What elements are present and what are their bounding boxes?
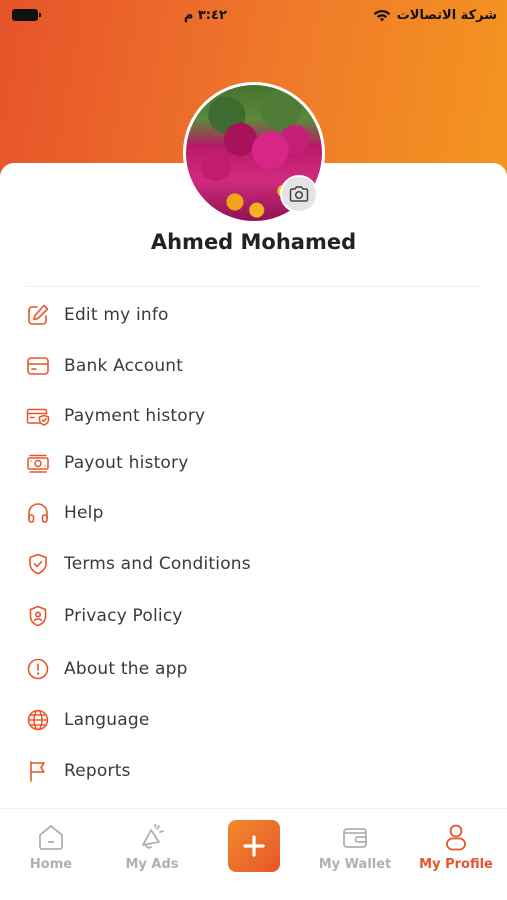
- status-bar: ٣:٤٢ م شركة الاتصالات: [0, 0, 507, 30]
- menu-item-label: Terms and Conditions: [64, 554, 251, 574]
- menu-item-language[interactable]: Language: [24, 700, 484, 740]
- menu-item-bank-account[interactable]: Bank Account: [24, 346, 484, 386]
- menu-item-help[interactable]: Help: [24, 493, 484, 533]
- globe-icon: [24, 706, 52, 734]
- flag-icon: [24, 757, 52, 785]
- nav-label: Home: [29, 857, 73, 872]
- menu-item-label: Payment history: [64, 406, 206, 426]
- menu-item-about[interactable]: About the app: [24, 649, 484, 689]
- camera-icon: [289, 186, 309, 202]
- plus-icon: [243, 835, 265, 857]
- nav-label: My Wallet: [318, 857, 392, 872]
- info-icon: [24, 655, 52, 683]
- user-icon: [446, 824, 466, 851]
- menu-item-label: Reports: [64, 761, 131, 781]
- headset-icon: [24, 499, 52, 527]
- divider: [26, 286, 481, 287]
- nav-my-profile[interactable]: My Profile: [406, 809, 506, 889]
- add-ad-button[interactable]: [228, 820, 280, 872]
- megaphone-icon: [142, 823, 164, 849]
- nav-my-wallet[interactable]: My Wallet: [305, 809, 405, 889]
- status-right: شركة الاتصالات: [373, 8, 497, 23]
- menu-item-terms[interactable]: Terms and Conditions: [24, 544, 484, 584]
- menu-item-payout-history[interactable]: Payout history: [24, 443, 484, 483]
- home-icon: [39, 825, 63, 850]
- change-photo-button[interactable]: [280, 175, 318, 213]
- menu-item-privacy[interactable]: Privacy Policy: [24, 596, 484, 636]
- menu-item-label: Bank Account: [64, 356, 184, 376]
- nav-home[interactable]: Home: [1, 809, 101, 889]
- payment-icon: [24, 402, 52, 430]
- menu-item-payment-history[interactable]: Payment history: [24, 396, 484, 436]
- nav-my-ads[interactable]: My Ads: [102, 809, 202, 889]
- menu-item-label: Language: [64, 710, 150, 730]
- profile-name: Ahmed Mohamed: [150, 230, 357, 254]
- edit-icon: [24, 301, 52, 329]
- shield-user-icon: [24, 602, 52, 630]
- shield-check-icon: [24, 550, 52, 578]
- menu-item-label: Help: [64, 503, 104, 523]
- battery-icon: [12, 9, 41, 21]
- wifi-icon: [373, 9, 390, 21]
- menu-item-label: About the app: [64, 659, 188, 679]
- menu-item-edit-info[interactable]: Edit my info: [24, 295, 484, 335]
- menu-item-label: Edit my info: [64, 305, 169, 325]
- wallet-icon: [343, 828, 367, 848]
- menu-item-reports[interactable]: Reports: [24, 751, 484, 791]
- status-time: ٣:٤٢ م: [183, 7, 227, 23]
- nav-label: My Profile: [419, 857, 493, 872]
- carrier-name: شركة الاتصالات: [396, 7, 497, 23]
- card-icon: [24, 352, 52, 380]
- nav-label: My Ads: [125, 857, 179, 872]
- menu-item-label: Payout history: [64, 453, 189, 473]
- menu-item-label: Privacy Policy: [64, 606, 183, 626]
- payout-icon: [24, 449, 52, 477]
